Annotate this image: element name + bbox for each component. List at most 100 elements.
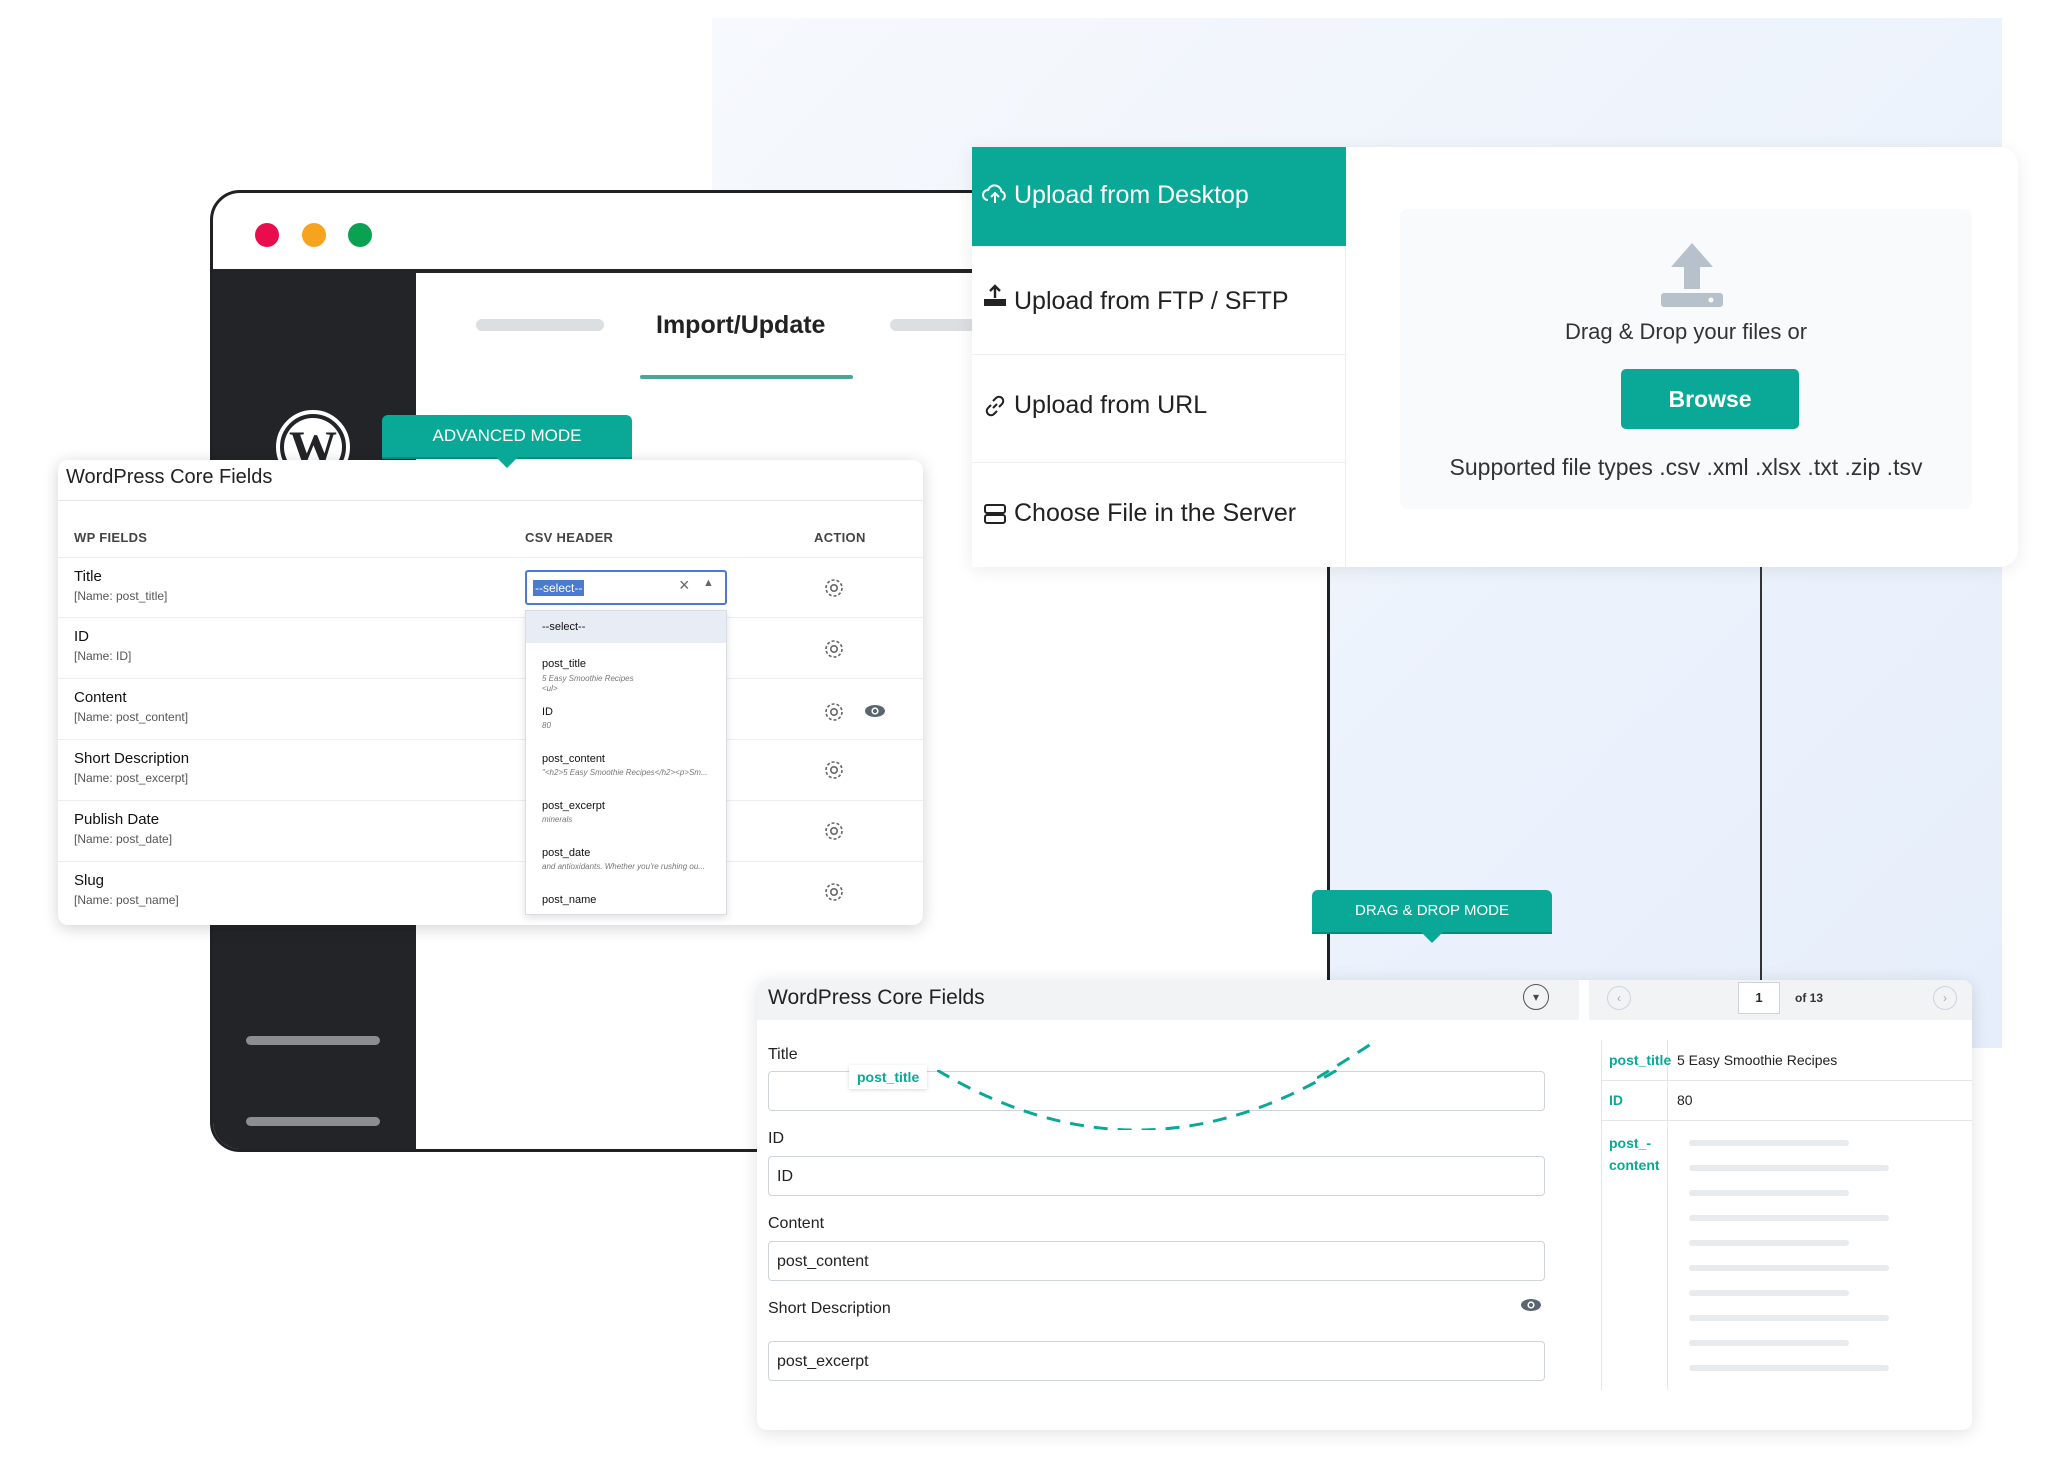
id-drop-field[interactable]: ID (768, 1156, 1545, 1196)
content-drop-field[interactable]: post_content (768, 1241, 1545, 1281)
skeleton-line (1689, 1315, 1889, 1321)
record-key[interactable]: post_- content (1609, 1132, 1667, 1176)
tab-placeholder[interactable] (476, 319, 604, 331)
gear-icon[interactable] (822, 758, 846, 782)
option-preview: 80 (542, 721, 551, 730)
skeleton-line (1689, 1165, 1889, 1171)
field-name: Slug (74, 872, 105, 889)
divider (1601, 1080, 1972, 1081)
divider (1601, 1120, 1972, 1121)
gear-icon[interactable] (822, 880, 846, 904)
column-header-wp-fields: WP FIELDS (74, 530, 148, 545)
field-value: post_content (777, 1253, 869, 1270)
csv-header-dropdown: --select-- post_title 5 Easy Smoothie Re… (525, 610, 727, 915)
chevron-up-icon[interactable]: ▲ (703, 577, 714, 589)
dropdown-option[interactable]: post_name (542, 894, 596, 906)
dropdown-option[interactable]: ID (542, 706, 553, 718)
drag-drop-text: Drag & Drop your files or (1564, 319, 1808, 344)
skeleton-line (1689, 1340, 1849, 1346)
panel-title: WordPress Core Fields (768, 986, 985, 1009)
gear-icon[interactable] (822, 637, 846, 661)
gear-icon[interactable] (822, 700, 846, 724)
field-value: post_excerpt (777, 1353, 869, 1370)
sidebar-menu-bar[interactable] (246, 1117, 380, 1126)
field-row: Slug [Name: post_name] (58, 861, 923, 921)
dropdown-option[interactable]: --select-- (542, 621, 585, 633)
upload-panel: Upload from Desktop Upload from FTP / SF… (972, 147, 2018, 567)
dropdown-option[interactable]: post_content (542, 753, 605, 765)
select-value: --select-- (533, 580, 585, 596)
dropdown-option[interactable]: post_excerpt (542, 800, 605, 812)
skeleton-line (1689, 1365, 1889, 1371)
divider (58, 500, 923, 501)
server-icon (984, 504, 1006, 524)
skeleton-line (1689, 1140, 1849, 1146)
skeleton-line (1689, 1240, 1849, 1246)
dropdown-option[interactable]: post_title (542, 658, 586, 670)
record-value: 5 Easy Smoothie Recipes (1677, 1052, 1838, 1068)
close-dot[interactable] (255, 223, 279, 247)
eye-icon[interactable] (1520, 1296, 1542, 1314)
field-value: ID (777, 1168, 793, 1185)
next-record-icon[interactable]: › (1933, 986, 1957, 1010)
chevron-down-icon[interactable]: ▾ (1523, 984, 1549, 1010)
field-name: ID (74, 628, 89, 645)
field-key: [Name: post_excerpt] (74, 771, 189, 785)
upload-from-desktop[interactable]: Upload from Desktop (972, 147, 1346, 247)
minimize-dot[interactable] (302, 223, 326, 247)
field-name: Short Description (74, 750, 190, 767)
record-pager: ‹ 1 of 13 › (1589, 980, 1972, 1020)
field-label: Short Description (768, 1300, 891, 1317)
field-name: Publish Date (74, 811, 160, 828)
csv-record-preview: post_title 5 Easy Smoothie Recipes ID 80… (1601, 1040, 1972, 1430)
gear-icon[interactable] (822, 576, 846, 600)
field-name: Content (74, 689, 127, 706)
tab-placeholder[interactable] (890, 319, 980, 331)
divider (1667, 1040, 1668, 1390)
clear-icon[interactable]: × (679, 575, 690, 596)
skeleton-line (1689, 1290, 1849, 1296)
prev-record-icon[interactable]: ‹ (1607, 986, 1631, 1010)
sidebar-menu-bar[interactable] (246, 1036, 380, 1045)
drag-drop-mode-badge: DRAG & DROP MODE (1312, 890, 1552, 943)
connector-line (1760, 567, 1762, 982)
maximize-dot[interactable] (348, 223, 372, 247)
upload-option-label: Choose File in the Server (1014, 499, 1297, 527)
page-total: of 13 (1795, 991, 1824, 1005)
eye-icon[interactable] (864, 702, 886, 720)
upload-method-list: Upload from Desktop Upload from FTP / SF… (972, 147, 1346, 567)
column-header-csv-header: CSV HEADER (525, 530, 614, 545)
upload-from-ftp[interactable]: Upload from FTP / SFTP (972, 247, 1346, 355)
dropdown-option[interactable]: post_date (542, 847, 590, 859)
field-label: ID (768, 1130, 784, 1147)
field-label: Title (768, 1046, 798, 1063)
field-row: Publish Date [Name: post_date] (58, 800, 923, 860)
choose-file-in-server[interactable]: Choose File in the Server (972, 463, 1346, 571)
cloud-upload-icon (982, 184, 1006, 203)
field-key: [Name: post_content] (74, 710, 189, 724)
csv-header-select[interactable]: --select-- × ▲ (525, 570, 727, 605)
advanced-mode-panel: WordPress Core Fields WP FIELDS CSV HEAD… (58, 460, 923, 925)
link-icon (985, 395, 1005, 417)
field-key: [Name: ID] (74, 649, 132, 663)
page-input[interactable]: 1 (1738, 982, 1780, 1014)
panel-title: WordPress Core Fields (66, 466, 273, 488)
file-drop-zone[interactable]: Drag & Drop your files or Browse Support… (1400, 209, 1972, 509)
tab-import-update[interactable]: Import/Update (656, 311, 825, 340)
short-description-drop-field[interactable]: post_excerpt (768, 1341, 1545, 1381)
panel-header: WordPress Core Fields ▾ (757, 980, 1579, 1020)
field-row: Title [Name: post_title] (58, 557, 923, 617)
dragged-chip[interactable]: post_title (849, 1065, 928, 1089)
upload-from-url[interactable]: Upload from URL (972, 355, 1346, 463)
field-row: Content [Name: post_content] (58, 678, 923, 738)
divider (1601, 1040, 1602, 1390)
gear-icon[interactable] (822, 819, 846, 843)
browse-button[interactable]: Browse (1621, 369, 1799, 429)
option-preview: minerals (542, 815, 573, 824)
skeleton-line (1689, 1190, 1849, 1196)
option-preview: and antioxidants. Whether you're rushing… (542, 862, 705, 871)
field-key: [Name: post_date] (74, 832, 173, 846)
field-row: ID [Name: ID] (58, 617, 923, 677)
record-key[interactable]: post_title (1609, 1052, 1671, 1068)
record-key[interactable]: ID (1609, 1092, 1623, 1108)
